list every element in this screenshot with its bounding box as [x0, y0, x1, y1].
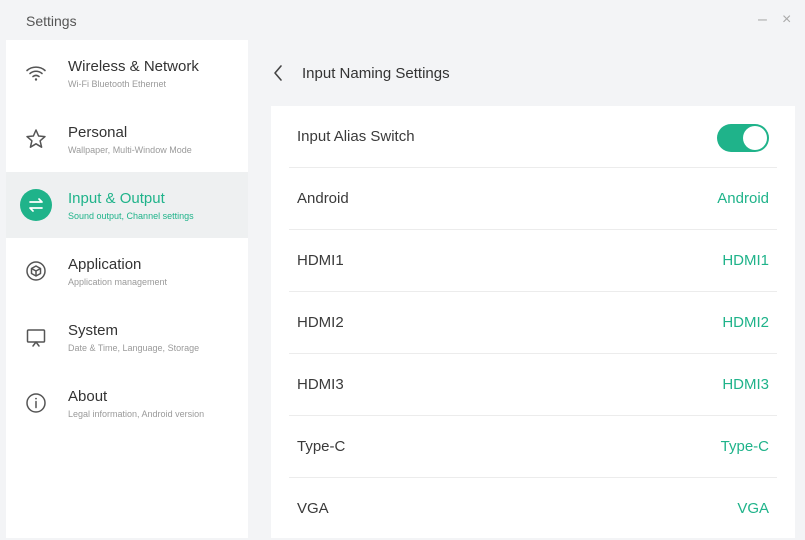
- input-alias-value[interactable]: HDMI2: [722, 314, 769, 331]
- input-row-type-c[interactable]: Type-C Type-C: [271, 416, 795, 478]
- input-row-hdmi3[interactable]: HDMI3 HDMI3: [271, 354, 795, 416]
- input-alias-value[interactable]: HDMI3: [722, 376, 769, 393]
- input-alias-value[interactable]: HDMI1: [722, 252, 769, 269]
- input-alias-value[interactable]: VGA: [737, 500, 769, 517]
- input-alias-switch-label: Input Alias Switch: [297, 128, 415, 145]
- monitor-icon: [20, 321, 52, 353]
- sidebar-item-subtitle: Date & Time, Language, Storage: [68, 343, 200, 353]
- chevron-left-icon[interactable]: [270, 62, 286, 84]
- input-alias-toggle[interactable]: [717, 124, 769, 152]
- sidebar-item-system[interactable]: System Date & Time, Language, Storage: [6, 304, 248, 370]
- settings-panel: Input Alias Switch Android Android HDMI1…: [271, 106, 795, 538]
- input-row-vga[interactable]: VGA VGA: [271, 478, 795, 540]
- input-row-android[interactable]: Android Android: [271, 168, 795, 230]
- sidebar-item-label: Personal: [68, 124, 128, 141]
- input-row-hdmi1[interactable]: HDMI1 HDMI1: [271, 230, 795, 292]
- minimize-button[interactable]: –: [758, 10, 767, 30]
- input-alias-switch-row[interactable]: Input Alias Switch: [271, 106, 795, 168]
- sidebar-item-wireless-network[interactable]: Wireless & Network Wi-Fi Bluetooth Ether…: [6, 40, 248, 106]
- star-icon: [20, 123, 52, 155]
- input-alias-value[interactable]: Type-C: [721, 438, 769, 455]
- sidebar-item-label: Input & Output: [68, 190, 165, 207]
- swap-arrows-icon: [20, 189, 52, 221]
- input-name-label: HDMI1: [297, 252, 344, 269]
- sidebar-item-label: About: [68, 388, 108, 405]
- page-header: Input Naming Settings: [248, 40, 805, 106]
- sidebar-item-personal[interactable]: Personal Wallpaper, Multi-Window Mode: [6, 106, 248, 172]
- close-button[interactable]: ×: [782, 10, 791, 30]
- cube-icon: [20, 255, 52, 287]
- input-name-label: VGA: [297, 500, 329, 517]
- input-name-label: Type-C: [297, 438, 346, 455]
- sidebar-item-input-output[interactable]: Input & Output Sound output, Channel set…: [6, 172, 248, 238]
- sidebar-item-label: Wireless & Network: [68, 58, 199, 75]
- input-row-hdmi2[interactable]: HDMI2 HDMI2: [271, 292, 795, 354]
- wifi-icon: [20, 57, 52, 89]
- input-name-label: Android: [297, 190, 349, 207]
- sidebar-item-subtitle: Wallpaper, Multi-Window Mode: [68, 145, 192, 155]
- sidebar: Wireless & Network Wi-Fi Bluetooth Ether…: [6, 40, 248, 538]
- sidebar-item-subtitle: Wi-Fi Bluetooth Ethernet: [68, 79, 167, 89]
- input-name-label: HDMI2: [297, 314, 344, 331]
- sidebar-item-label: Application: [68, 256, 142, 273]
- input-alias-value[interactable]: Android: [717, 190, 769, 207]
- sidebar-item-subtitle: Sound output, Channel settings: [68, 211, 194, 221]
- input-name-label: HDMI3: [297, 376, 344, 393]
- info-icon: [20, 387, 52, 419]
- app-title: Settings: [26, 13, 77, 29]
- sidebar-item-label: System: [68, 322, 119, 339]
- page-title: Input Naming Settings: [302, 65, 450, 82]
- toggle-knob: [743, 126, 767, 150]
- sidebar-item-about[interactable]: About Legal information, Android version: [6, 370, 248, 436]
- sidebar-item-application[interactable]: Application Application management: [6, 238, 248, 304]
- sidebar-item-subtitle: Application management: [68, 277, 168, 287]
- sidebar-item-subtitle: Legal information, Android version: [68, 409, 205, 419]
- title-bar: Settings – ×: [0, 0, 805, 40]
